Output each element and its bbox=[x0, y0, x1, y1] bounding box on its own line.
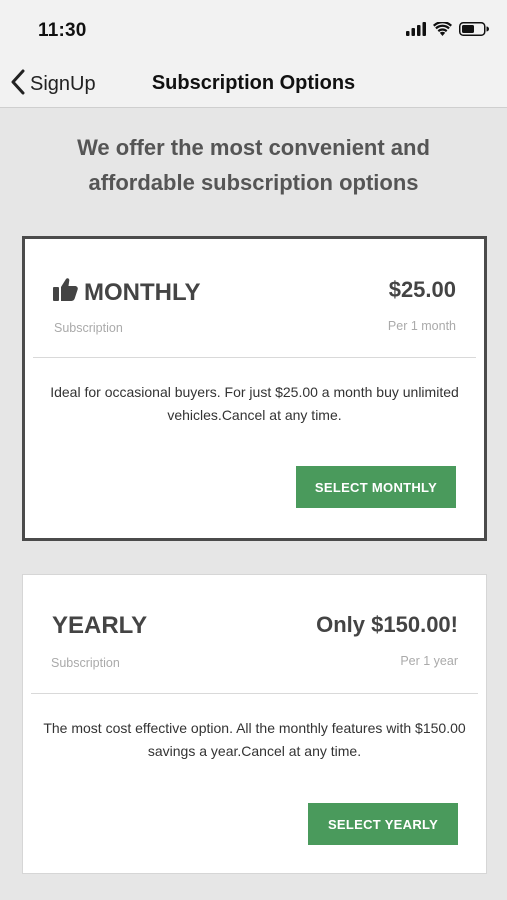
status-time: 11:30 bbox=[38, 20, 87, 41]
nav-bar: SignUp Subscription Options bbox=[0, 60, 507, 108]
select-monthly-button[interactable]: SELECT MONTHLY bbox=[296, 466, 456, 508]
plan-subtitle: Subscription bbox=[51, 656, 120, 670]
page-title: Subscription Options bbox=[0, 72, 507, 95]
wifi-icon bbox=[433, 20, 452, 41]
plan-price: Only $150.00! bbox=[316, 612, 458, 637]
plan-card-yearly[interactable]: YEARLY Subscription Only $150.00! Per 1 … bbox=[22, 574, 487, 874]
plan-name-label: YEARLY bbox=[52, 612, 148, 639]
page-title-text: Subscription Options bbox=[151, 72, 356, 94]
plan-name-label: MONTHLY bbox=[84, 278, 201, 306]
plan-description: Ideal for occasional buyers. For just $2… bbox=[50, 384, 459, 423]
plan-subtitle: Subscription bbox=[54, 321, 123, 335]
divider bbox=[33, 357, 476, 358]
status-icons bbox=[406, 20, 489, 41]
battery-icon bbox=[459, 21, 489, 41]
headline: We offer the most convenient and afforda… bbox=[77, 135, 430, 195]
plan-description: The most cost effective option. All the … bbox=[43, 720, 466, 759]
plan-period: Per 1 month bbox=[387, 319, 456, 333]
plan-name: MONTHLY bbox=[53, 277, 200, 308]
plan-card-monthly[interactable]: MONTHLY Subscription $25.00 Per 1 month … bbox=[22, 236, 487, 541]
status-bar: 11:30 bbox=[0, 0, 507, 60]
divider bbox=[31, 693, 478, 694]
signal-icon bbox=[406, 21, 426, 41]
plan-name: YEARLY bbox=[52, 612, 147, 640]
plan-period: Per 1 year bbox=[400, 654, 458, 668]
select-yearly-button[interactable]: SELECT YEARLY bbox=[308, 803, 458, 845]
plan-price: $25.00 bbox=[388, 277, 456, 302]
thumbs-up-icon bbox=[53, 277, 78, 308]
